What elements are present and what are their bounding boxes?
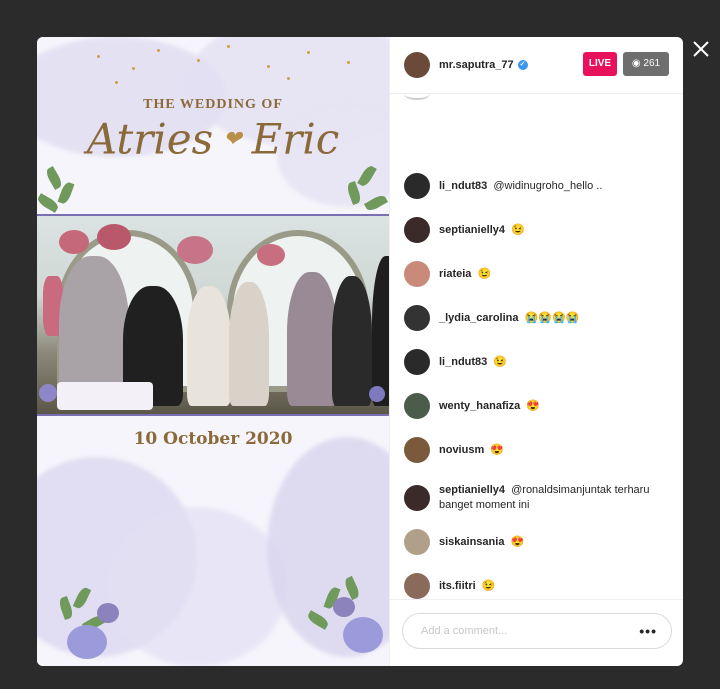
confetti-dot [227, 45, 230, 48]
commenter-avatar[interactable] [404, 173, 430, 199]
comment-footer: ••• [390, 599, 683, 666]
name-left: Atries [86, 114, 214, 164]
comment-username[interactable]: wenty_hanafiza [439, 400, 520, 412]
leaf-decoration [37, 193, 61, 213]
confetti-dot [347, 61, 350, 64]
comment-text: its.fiitri 😉 [439, 579, 495, 594]
comment-username[interactable]: li_ndut83 [439, 180, 487, 192]
commenter-avatar[interactable] [404, 349, 430, 375]
confetti-dot [115, 81, 118, 84]
comment-row: siskainsania 😍 [404, 529, 670, 555]
confetti-dot [157, 49, 160, 52]
comment-text: septianielly4 @ronaldsimanjuntak terharu… [439, 483, 670, 513]
confetti-dot [307, 51, 310, 54]
flower-decoration [343, 617, 383, 653]
host-username[interactable]: mr.saputra_77 ✓ [439, 59, 528, 71]
confetti-dot [132, 67, 135, 70]
comment-row: riateia 😉 [404, 261, 670, 287]
comment-row: noviusm 😍 [404, 437, 670, 463]
comment-message: 😉 [511, 223, 525, 236]
commenter-avatar[interactable] [404, 261, 430, 287]
comment-text: _lydia_carolina 😭😭😭😭 [439, 311, 579, 326]
leaf-decoration [44, 165, 64, 191]
comment-text: li_ndut83 @widinugroho_hello .. [439, 179, 602, 194]
comment-message: 😉 [477, 267, 492, 280]
comment-message: @widinugroho_hello .. [493, 179, 603, 192]
commenter-avatar[interactable] [404, 217, 430, 243]
confetti-dot [197, 59, 200, 62]
flower-decoration [67, 625, 107, 659]
comment-input[interactable] [419, 624, 640, 638]
couple-names: Atries ❤ Eric [37, 111, 389, 164]
comment-text: wenty_hanafiza 😍 [439, 399, 540, 414]
commenter-avatar[interactable] [404, 529, 430, 555]
wedding-date: 10 October 2020 [133, 429, 293, 449]
comment-text: noviusm 😍 [439, 443, 504, 458]
close-icon [693, 41, 709, 57]
commenter-avatar[interactable] [404, 485, 430, 511]
name-right: Eric [251, 114, 340, 164]
comment-row: li_ndut83 @widinugroho_hello .. [404, 173, 670, 199]
flower-decoration [97, 603, 119, 623]
comment-message: 😉 [493, 355, 508, 368]
comment-row: li_ndut83 😉 [404, 349, 670, 375]
live-video-panel[interactable]: THE WEDDING OF Atries ❤ Eric 10 October … [37, 37, 389, 666]
ceremony-video [37, 214, 389, 416]
mini-wedding-card [57, 382, 153, 410]
comment-text: riateia 😉 [439, 267, 491, 282]
more-options-icon[interactable]: ••• [639, 623, 657, 639]
confetti-dot [97, 55, 100, 58]
comment-row: its.fiitri 😉 [404, 573, 670, 599]
flower-decoration [333, 597, 355, 617]
comment-message: 😍 [490, 443, 504, 456]
comment-text: siskainsania 😍 [439, 535, 524, 550]
comment-row: _lydia_carolina 😭😭😭😭 [404, 305, 670, 331]
viewer-count-badge[interactable]: ◉ 261 [623, 52, 669, 76]
live-modal: THE WEDDING OF Atries ❤ Eric 10 October … [37, 37, 683, 666]
commenter-avatar[interactable] [404, 305, 430, 331]
comment-row: wenty_hanafiza 😍 [404, 393, 670, 419]
live-chat-panel: mr.saputra_77 ✓ LIVE ◉ 261 li_ndut83 @wid… [389, 37, 683, 666]
comment-box: ••• [402, 613, 672, 649]
commenter-avatar[interactable] [404, 437, 430, 463]
commenter-avatar[interactable] [404, 573, 430, 599]
comment-username[interactable]: _lydia_carolina [439, 312, 519, 324]
commenter-avatar[interactable] [404, 393, 430, 419]
confetti-dot [287, 77, 290, 80]
comment-message: 😍 [510, 535, 525, 548]
comment-row: septianielly4 😉 [404, 217, 670, 243]
live-badge: LIVE [583, 52, 617, 76]
comment-username[interactable]: its.fiitri [439, 580, 476, 592]
verified-badge-icon: ✓ [517, 60, 528, 71]
host-username-text: mr.saputra_77 [439, 59, 514, 71]
broadcast-header: mr.saputra_77 ✓ LIVE ◉ 261 [390, 37, 683, 94]
heart-icon: ❤ [223, 126, 242, 152]
comment-message: 😉 [481, 579, 496, 592]
host-avatar[interactable] [404, 52, 430, 78]
previous-comment-edge [404, 94, 430, 100]
comment-text: septianielly4 😉 [439, 223, 525, 238]
comment-username[interactable]: septianielly4 [439, 224, 505, 236]
comment-username[interactable]: li_ndut83 [439, 356, 487, 368]
comment-text: li_ndut83 😉 [439, 355, 507, 370]
eye-icon: ◉ [631, 58, 641, 69]
close-button[interactable] [690, 38, 712, 60]
comment-list[interactable]: li_ndut83 @widinugroho_hello .. septianie… [390, 94, 683, 599]
comment-username[interactable]: septianielly4 [439, 484, 505, 496]
viewer-count: 261 [643, 58, 661, 69]
comment-username[interactable]: riateia [439, 268, 471, 280]
comment-message: 😍 [526, 399, 541, 412]
confetti-dot [267, 65, 270, 68]
comment-username[interactable]: siskainsania [439, 536, 504, 548]
comment-row: septianielly4 @ronaldsimanjuntak terharu… [404, 483, 670, 513]
comment-message: 😭😭😭😭 [524, 311, 580, 324]
comment-username[interactable]: noviusm [439, 444, 484, 456]
